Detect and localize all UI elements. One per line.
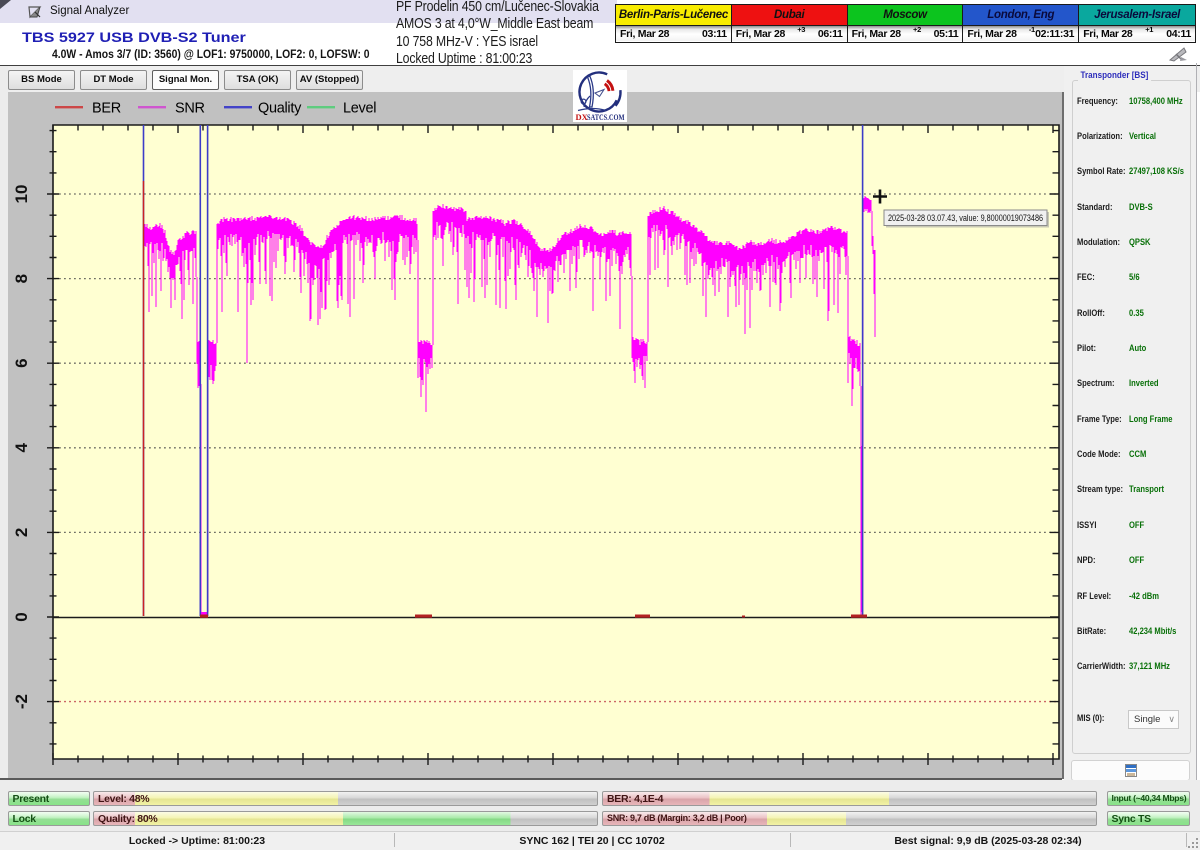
svg-text:SNR: SNR — [175, 101, 205, 117]
svg-text:Level: Level — [343, 101, 376, 117]
svg-text:4: 4 — [12, 443, 31, 453]
svg-text:6: 6 — [12, 358, 31, 367]
svg-text:0: 0 — [12, 612, 31, 621]
svg-text:SATCS.COM: SATCS.COM — [587, 112, 625, 122]
svg-text:2025-03-28 03.07.43, value: 9,: 2025-03-28 03.07.43, value: 9,8000001907… — [888, 213, 1043, 223]
svg-text:BER: BER — [92, 101, 121, 117]
svg-text:2: 2 — [12, 528, 31, 537]
svg-text:-2: -2 — [12, 694, 31, 709]
svg-text:10: 10 — [12, 185, 31, 204]
svg-text:Quality: Quality — [258, 101, 302, 117]
svg-text:8: 8 — [12, 274, 31, 283]
